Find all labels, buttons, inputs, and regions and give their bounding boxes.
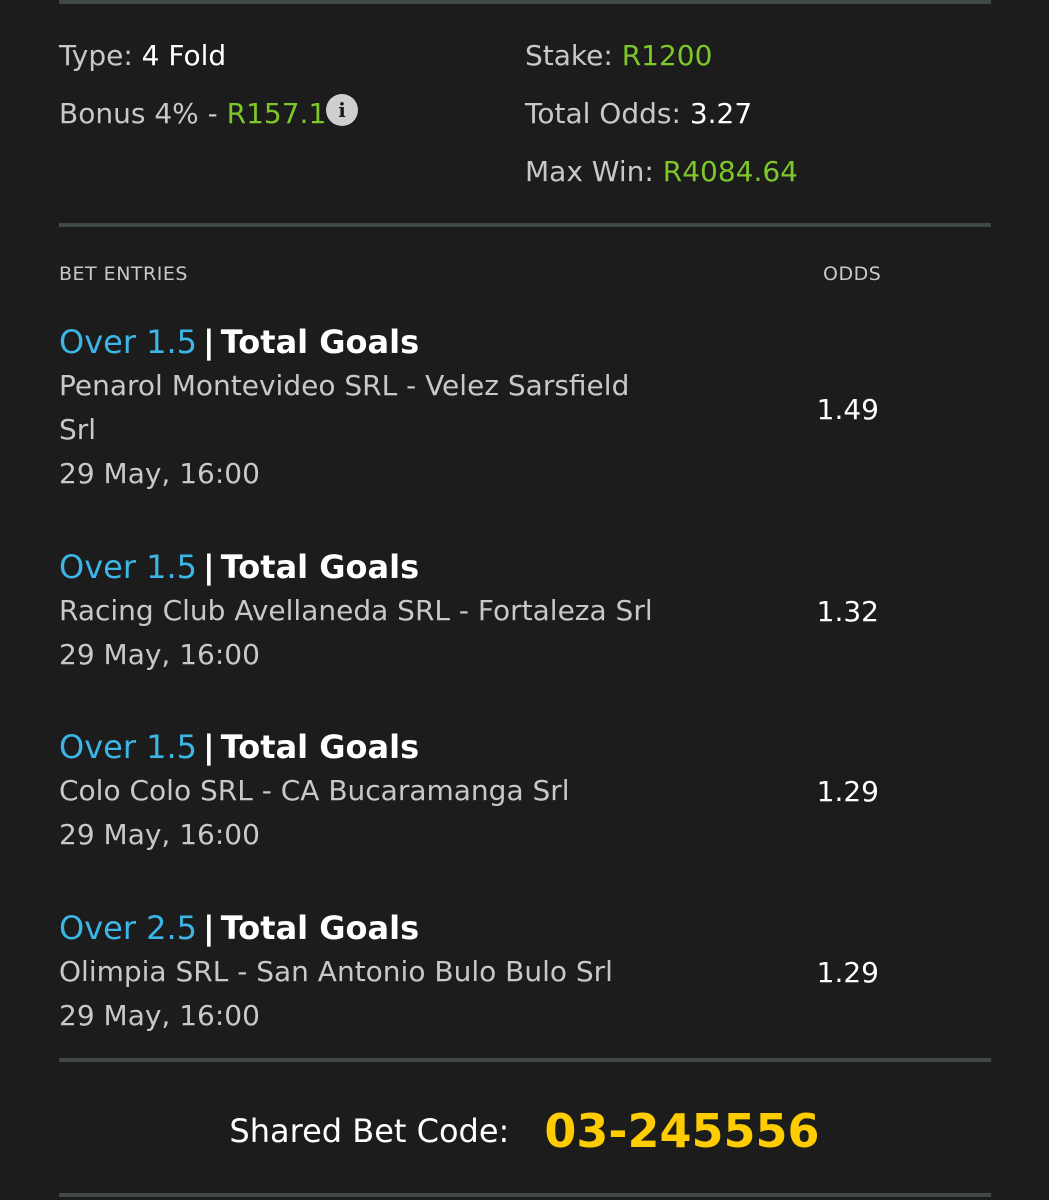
entry-odds: 1.32 — [816, 595, 879, 628]
entry-teams: Penarol Montevideo SRL - Velez Sarsfield… — [59, 369, 630, 446]
entry-time: 29 May, 16:00 — [59, 818, 260, 851]
max-win-label: Max Win: — [525, 155, 654, 188]
odds-header: ODDS — [823, 263, 882, 285]
max-win: Max Win: R4084.64 — [525, 155, 798, 189]
stake: Stake: R1200 — [525, 39, 712, 73]
summary-divider — [59, 223, 991, 227]
info-icon[interactable]: i — [326, 94, 358, 126]
entry-selection: Over 1.5 — [59, 323, 198, 361]
bet-entry: Over 1.5 | Total Goals Colo Colo SRL - CA … — [59, 727, 899, 857]
entries-divider — [59, 1058, 991, 1062]
entry-separator: | — [203, 728, 215, 766]
entry-odds: 1.29 — [816, 956, 879, 989]
total-odds-label: Total Odds: — [525, 97, 681, 130]
bet-type-label: Type: — [59, 39, 133, 72]
entry-separator: | — [203, 548, 215, 586]
entry-market: Total Goals — [220, 909, 420, 947]
bet-type-value: 4 Fold — [141, 39, 227, 72]
bet-entry: Over 2.5 | Total Goals Olimpia SRL - San A… — [59, 908, 899, 1038]
total-odds-value: 3.27 — [689, 97, 753, 130]
stake-label: Stake: — [525, 39, 613, 72]
entry-teams: Olimpia SRL - San Antonio Bulo Bulo Srl — [59, 955, 613, 988]
entry-title: Over 2.5 | Total Goals — [59, 908, 899, 948]
entry-time: 29 May, 16:00 — [59, 999, 260, 1032]
entry-title: Over 1.5 | Total Goals — [59, 727, 899, 767]
shared-bet-code: Shared Bet Code: 03-245556 — [0, 1104, 1049, 1158]
entry-title: Over 1.5 | Total Goals — [59, 322, 899, 362]
top-divider — [59, 0, 991, 4]
bonus-label: Bonus 4% - — [59, 97, 218, 130]
bet-entry: Over 1.5 | Total Goals Penarol Montevideo … — [59, 322, 899, 496]
stake-value: R1200 — [621, 39, 713, 72]
entry-time: 29 May, 16:00 — [59, 638, 260, 671]
entry-teams: Colo Colo SRL - CA Bucaramanga Srl — [59, 774, 570, 807]
entry-odds: 1.29 — [816, 775, 879, 808]
entry-teams: Racing Club Avellaneda SRL - Fortaleza S… — [59, 594, 653, 627]
entry-separator: | — [203, 909, 215, 947]
bottom-divider — [59, 1193, 991, 1197]
entry-selection: Over 2.5 — [59, 909, 198, 947]
bet-type: Type: 4 Fold — [59, 39, 226, 73]
entry-market: Total Goals — [220, 323, 420, 361]
entry-odds: 1.49 — [816, 393, 879, 426]
bonus-value: R157.1 — [226, 97, 327, 130]
shared-bet-code-label: Shared Bet Code: — [229, 1112, 510, 1150]
shared-bet-code-value[interactable]: 03-245556 — [544, 1104, 819, 1158]
entry-selection: Over 1.5 — [59, 548, 198, 586]
entry-selection: Over 1.5 — [59, 728, 198, 766]
bonus: Bonus 4% - R157.1 — [59, 97, 326, 131]
bet-entry: Over 1.5 | Total Goals Racing Club Avellan… — [59, 547, 899, 677]
entry-time: 29 May, 16:00 — [59, 457, 260, 490]
entry-title: Over 1.5 | Total Goals — [59, 547, 899, 587]
max-win-value: R4084.64 — [662, 155, 798, 188]
entry-market: Total Goals — [220, 728, 420, 766]
entry-separator: | — [203, 323, 215, 361]
total-odds: Total Odds: 3.27 — [525, 97, 752, 131]
entry-market: Total Goals — [220, 548, 420, 586]
bet-entries-header: BET ENTRIES — [59, 263, 188, 285]
